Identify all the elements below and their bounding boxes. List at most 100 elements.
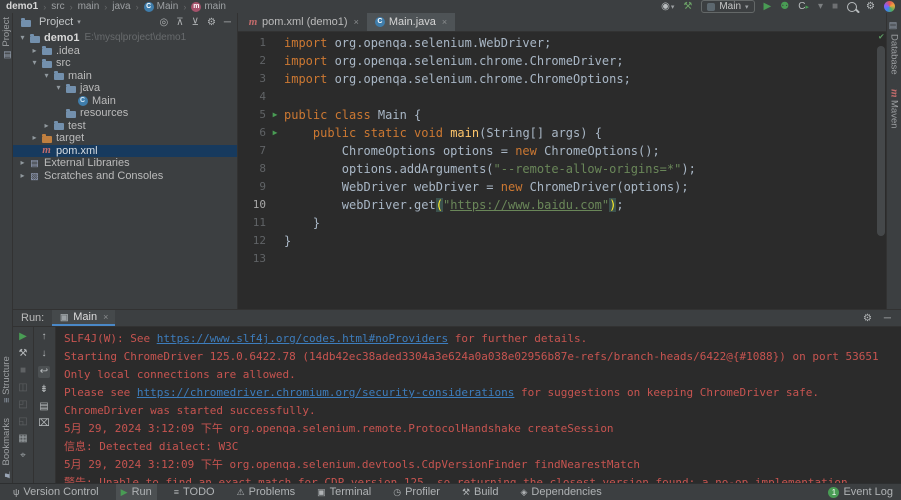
code-line[interactable]: 12} (238, 232, 886, 250)
coverage-button[interactable]: C (798, 1, 809, 12)
scroll-to-end-button[interactable]: ⇟ (40, 385, 48, 395)
coverage-report-button[interactable]: ◱ (18, 417, 27, 427)
project-panel-title[interactable]: Project ▾ (19, 16, 81, 28)
soft-wrap-button[interactable]: ↩ (38, 366, 50, 378)
code-line[interactable]: 13 (238, 250, 886, 268)
tree-item-test[interactable]: ▸test (13, 120, 237, 133)
breadcrumb-item-demo1[interactable]: demo1 (6, 1, 38, 12)
tree-item-scratches-and-consoles[interactable]: ▸▧Scratches and Consoles (13, 170, 237, 183)
close-icon[interactable]: × (442, 17, 447, 27)
breadcrumb-item-main[interactable]: CMain (144, 1, 179, 12)
statusbar-item-build[interactable]: ⚒Build (457, 484, 504, 500)
down-stack-trace-button[interactable]: ↓ (42, 349, 47, 359)
gutter-space (266, 70, 284, 88)
code-line[interactable]: 4 (238, 88, 886, 106)
clear-all-button[interactable]: ⌧ (38, 419, 50, 429)
statusbar-item-run[interactable]: ▶Run (116, 484, 157, 500)
debug-button[interactable]: ⚉ (780, 1, 789, 12)
editor-tab-main-java[interactable]: CMain.java× (367, 13, 455, 31)
tree-label: Scratches and Consoles (44, 170, 163, 183)
editor-scrollbar[interactable] (877, 46, 885, 236)
code-line[interactable]: 7 ChromeOptions options = new ChromeOpti… (238, 142, 886, 160)
breadcrumb-item-src[interactable]: src (51, 1, 64, 12)
console-output[interactable]: SLF4J(W): See https://www.slf4j.org/code… (56, 327, 901, 484)
more-run-options-button[interactable]: ▾ (818, 1, 823, 12)
tree-item-external-libraries[interactable]: ▸▤External Libraries (13, 157, 237, 170)
statusbar-item-todo[interactable]: ≡TODO (169, 484, 220, 500)
thread-dump-button[interactable]: ◫ (18, 383, 27, 393)
close-icon[interactable]: × (103, 312, 108, 322)
code-line[interactable]: 9 WebDriver webDriver = new ChromeDriver… (238, 178, 886, 196)
code-line[interactable]: 1import org.openqa.selenium.WebDriver; (238, 34, 886, 52)
tool-stripe-database[interactable]: ▤ Database (889, 21, 900, 75)
console-link[interactable]: https://chromedriver.chromium.org/securi… (137, 386, 515, 399)
tree-item-demo1[interactable]: ▾demo1E:\mysqlproject\demo1 (13, 32, 237, 45)
run-panel-body: ▶ ⚒ ■ ◫ ◰ ◱ ▦ ⌖ ↑ ↓ ↩ ⇟ ▤ ⌧ SLF4J(W): See https://ww… (13, 327, 901, 484)
excluded-folder-icon (40, 134, 53, 143)
statusbar-item-terminal[interactable]: ▣Terminal (312, 484, 376, 500)
tree-item-java[interactable]: ▾java (13, 82, 237, 95)
stop-button[interactable]: ■ (832, 1, 838, 12)
tree-item-idea[interactable]: ▸.idea (13, 45, 237, 58)
code-line[interactable]: 2import org.openqa.selenium.chrome.Chrom… (238, 52, 886, 70)
settings-gear-button[interactable]: ⚙ (866, 1, 875, 12)
code-editor[interactable]: ✔ 1import org.openqa.selenium.WebDriver;… (238, 32, 886, 309)
run-line-icon[interactable]: ▶ (266, 106, 284, 124)
tree-item-target[interactable]: ▸target (13, 132, 237, 145)
line-number: 3 (238, 70, 266, 88)
up-stack-trace-button[interactable]: ↑ (42, 332, 47, 342)
statusbar-item-version-control[interactable]: ψVersion Control (8, 484, 104, 500)
ide-badge-button[interactable] (884, 1, 895, 12)
rerun-button[interactable]: ▶ (19, 332, 27, 342)
search-everywhere-button[interactable] (847, 2, 857, 12)
expand-all-icon[interactable]: ⊻ (192, 17, 199, 28)
breadcrumb: demo1›src›main›java›CMain›mmain (6, 1, 226, 12)
tool-stripe-project[interactable]: ▤ Project (1, 17, 12, 60)
hide-panel-icon[interactable]: ─ (224, 17, 231, 28)
run-config-combo[interactable]: Main▾ (701, 0, 754, 13)
panel-settings-icon[interactable]: ⚙ (207, 17, 216, 28)
code-line[interactable]: 5▶public class Main { (238, 106, 886, 124)
memory-snapshot-button[interactable]: ◰ (18, 400, 27, 410)
collapse-all-icon[interactable]: ⊼ (176, 17, 183, 28)
tool-stripe-structure[interactable]: ≡ Structure (1, 356, 12, 403)
breadcrumb-item-main[interactable]: main (78, 1, 100, 12)
run-line-icon[interactable]: ▶ (266, 124, 284, 142)
statusbar-item-problems[interactable]: ⚠Problems (232, 484, 301, 500)
restore-layout-button[interactable]: ▦ (18, 434, 27, 444)
gutter-space (266, 250, 284, 268)
tool-stripe-bookmarks[interactable]: ⚑ Bookmarks (1, 418, 12, 479)
print-button[interactable]: ▤ (39, 402, 48, 412)
project-panel: Project ▾ ◎ ⊼ ⊻ ⚙ ─ ▾demo1E:\mysqlproject\de… (13, 13, 238, 309)
code-line[interactable]: 11 } (238, 214, 886, 232)
statusbar-item-dependencies[interactable]: ◈Dependencies (515, 484, 606, 500)
console-link[interactable]: https://www.slf4j.org/codes.html#noProvi… (157, 332, 448, 345)
code-line[interactable]: 3import org.openqa.selenium.chrome.Chrom… (238, 70, 886, 88)
code-line[interactable]: 10 webDriver.get("https://www.baidu.com"… (238, 196, 886, 214)
user-menu-button[interactable]: ◉▾ (661, 1, 674, 12)
tree-item-main[interactable]: ▾main (13, 70, 237, 83)
tree-item-main[interactable]: CMain (13, 95, 237, 108)
run-tab-main[interactable]: ▣ Main × (52, 310, 115, 326)
run-panel-settings-icon[interactable]: ⚙ (863, 313, 872, 324)
breadcrumb-item-main[interactable]: mmain (191, 1, 226, 12)
close-icon[interactable]: × (354, 17, 359, 27)
editor-tab-pom-xml-demo1[interactable]: mpom.xml (demo1)× (240, 13, 367, 31)
build-hammer-button[interactable]: ⚒ (683, 1, 692, 12)
line-number: 8 (238, 160, 266, 178)
tree-item-resources[interactable]: resources (13, 107, 237, 120)
locate-file-icon[interactable]: ◎ (160, 17, 169, 28)
hide-panel-icon[interactable]: ─ (884, 313, 891, 324)
event-log-button[interactable]: 1 Event Log (828, 486, 893, 498)
tool-stripe-maven[interactable]: m Maven (889, 89, 900, 129)
tree-item-src[interactable]: ▾src (13, 57, 237, 70)
tree-item-pom-xml[interactable]: mpom.xml (13, 145, 237, 158)
edit-configuration-button[interactable]: ⚒ (19, 349, 28, 359)
statusbar-item-profiler[interactable]: ◷Profiler (388, 484, 445, 500)
run-button[interactable]: ▶ (764, 1, 772, 12)
breadcrumb-item-java[interactable]: java (112, 1, 130, 12)
pin-tab-button[interactable]: ⌖ (20, 451, 26, 461)
code-line[interactable]: 6▶ public static void main(String[] args… (238, 124, 886, 142)
code-line[interactable]: 8 options.addArguments("--remote-allow-o… (238, 160, 886, 178)
stop-button[interactable]: ■ (20, 366, 26, 376)
